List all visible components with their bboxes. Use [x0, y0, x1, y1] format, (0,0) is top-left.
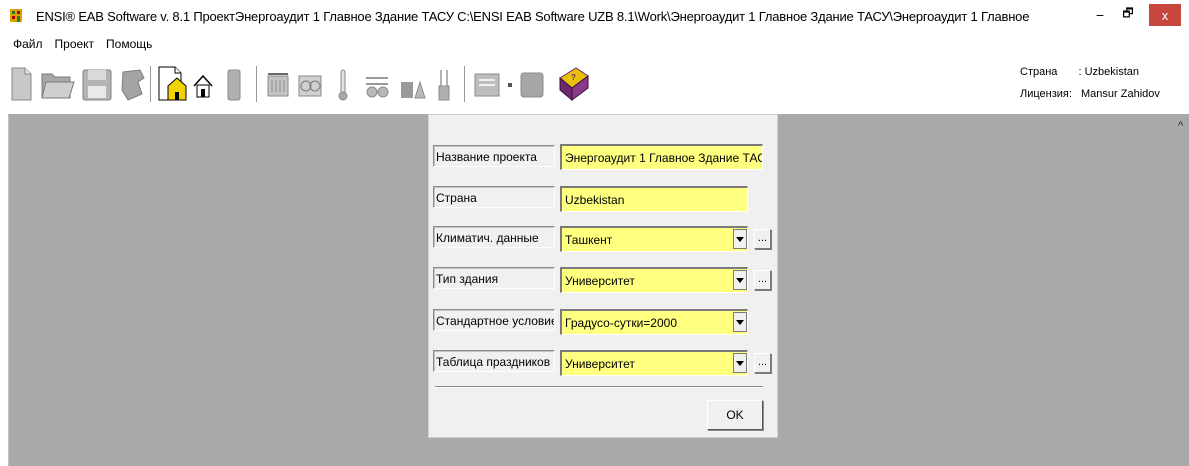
holiday-table-dropdown-icon[interactable]: [733, 353, 747, 373]
minimize-button[interactable]: −: [1086, 0, 1114, 29]
project-dialog: Название проекта Энергоаудит 1 Главное З…: [428, 114, 778, 438]
lighting-icon[interactable]: [398, 64, 428, 104]
svg-text:?: ?: [571, 73, 576, 82]
open-folder-icon[interactable]: [40, 64, 76, 104]
standard-condition-dropdown-icon[interactable]: [733, 312, 747, 332]
temperature-icon[interactable]: [336, 64, 350, 104]
holiday-table-select[interactable]: Университет: [560, 350, 748, 376]
toolbar: ?: [0, 56, 1189, 115]
building-type-select[interactable]: Университет: [560, 267, 748, 293]
project-name-field[interactable]: Энергоаудит 1 Главное Здание ТАСУ: [560, 144, 763, 170]
standard-condition-label: Стандартное условие: [433, 309, 555, 331]
ok-button[interactable]: OK: [707, 400, 763, 430]
chevron-down-icon[interactable]: [505, 64, 515, 104]
holiday-table-label: Таблица праздников: [433, 350, 555, 372]
climate-select[interactable]: Ташкент: [560, 226, 748, 252]
menu-help[interactable]: Помощь: [105, 37, 153, 55]
export-icon[interactable]: [118, 64, 148, 104]
ventilation-icon[interactable]: [362, 64, 392, 104]
building-type-dropdown-icon[interactable]: [733, 270, 747, 290]
scrollbar[interactable]: [1176, 114, 1189, 466]
title-bar: ENSI® EAB Software v. 8.1 ПроектЭнергоау…: [0, 0, 1189, 32]
left-panel: [0, 114, 9, 466]
climate-label: Климатич. данные: [433, 226, 555, 248]
new-document-icon[interactable]: [9, 64, 35, 104]
heating-icon[interactable]: [296, 64, 324, 104]
home-icon[interactable]: [192, 64, 214, 104]
help-book-icon[interactable]: ?: [556, 64, 592, 104]
scroll-up-icon[interactable]: ^: [1178, 120, 1183, 132]
dialog-divider: [435, 386, 763, 388]
climate-dropdown-icon[interactable]: [733, 229, 747, 249]
standard-condition-select[interactable]: Градусо-сутки=2000: [560, 309, 748, 335]
building-block-icon[interactable]: [224, 64, 244, 104]
building-project-icon[interactable]: [156, 64, 188, 104]
window-title: ENSI® EAB Software v. 8.1 ПроектЭнергоау…: [36, 9, 1030, 24]
save-icon[interactable]: [80, 64, 114, 104]
country-label: Страна: [1020, 66, 1058, 78]
toolbar-separator: [256, 66, 260, 102]
chart-icon[interactable]: [518, 64, 546, 104]
project-name-label: Название проекта: [433, 145, 555, 167]
toolbar-separator: [464, 66, 468, 102]
restore-button[interactable]: 🗗: [1114, 0, 1142, 29]
toolbar-separator: [150, 66, 154, 102]
close-button[interactable]: x: [1149, 4, 1181, 26]
license-label: Лицензия:: [1020, 88, 1072, 100]
country-field[interactable]: Uzbekistan: [560, 186, 748, 212]
menu-file[interactable]: Файл: [12, 37, 44, 55]
building-type-more-button[interactable]: ...: [754, 270, 771, 290]
status-info: Страна : Uzbekistan Лицензия: Mansur Zah…: [1013, 64, 1189, 114]
country-field-label: Страна: [433, 186, 555, 208]
building-type-label: Тип здания: [433, 267, 555, 289]
menu-project[interactable]: Проект: [54, 37, 96, 55]
report-icon[interactable]: [472, 64, 502, 104]
hot-water-icon[interactable]: [436, 64, 452, 104]
country-value: : Uzbekistan: [1078, 66, 1140, 78]
menu-bar: Файл Проект Помощь: [0, 37, 153, 55]
app-icon: [10, 9, 22, 22]
climate-more-button[interactable]: ...: [754, 229, 771, 249]
holiday-table-more-button[interactable]: ...: [754, 353, 771, 373]
license-value: Mansur Zahidov: [1081, 88, 1160, 100]
measure-icon[interactable]: [264, 64, 292, 104]
